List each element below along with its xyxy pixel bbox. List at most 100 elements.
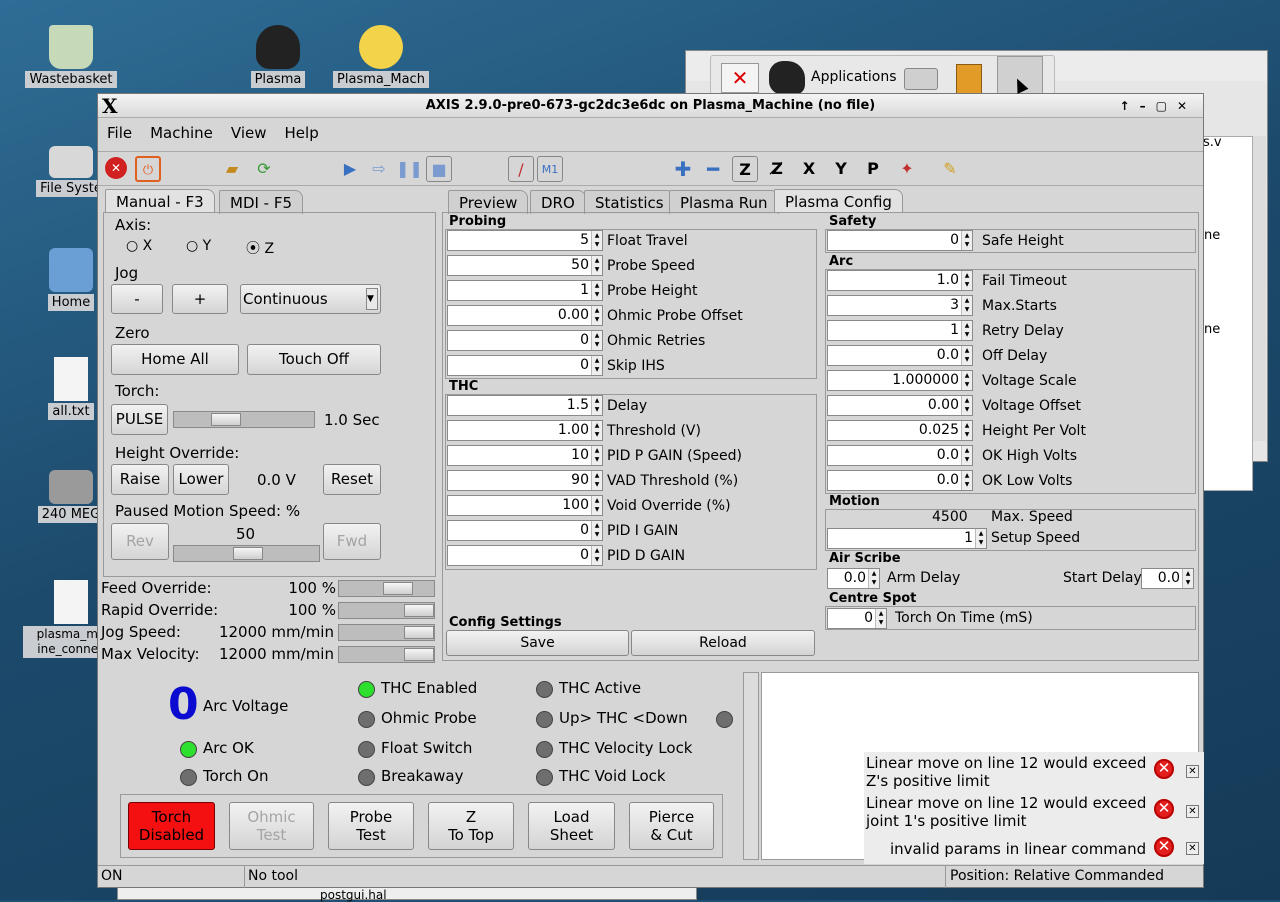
desktop-icon-wastebasket[interactable]: Wastebasket — [23, 25, 119, 88]
spin-arrows-icon[interactable]: ▲ ▼ — [591, 331, 602, 350]
spinbox[interactable]: 0.025 ▲ ▼ — [827, 420, 973, 441]
dismiss-error-button[interactable]: ✕ — [1186, 805, 1199, 818]
spin-arrows-icon[interactable]: ▲ ▼ — [975, 529, 986, 548]
spin-arrows-icon[interactable]: ▲ ▼ — [591, 396, 602, 415]
title-bar[interactable]: X AXIS 2.9.0-pre0-673-gc2dc3e6dc on Plas… — [98, 94, 1203, 118]
raise-button[interactable]: Raise — [111, 464, 169, 495]
applications-label[interactable]: Applications — [811, 69, 897, 85]
spin-arrows-icon[interactable]: ▲ ▼ — [961, 346, 972, 365]
spin-arrows-icon[interactable]: ▲ ▼ — [961, 271, 972, 290]
slider-thumb[interactable] — [233, 547, 263, 560]
spin-arrows-icon[interactable]: ▲ ▼ — [961, 396, 972, 415]
spinbox[interactable]: 0.0 ▲ ▼ — [827, 445, 973, 466]
bg-window-scrollbar[interactable] — [1252, 136, 1266, 441]
desktop-icon-plasma[interactable]: Plasma — [230, 25, 326, 88]
dismiss-error-button[interactable]: ✕ — [1186, 765, 1199, 778]
jog-mode-select[interactable]: Continuous ▼ — [240, 284, 381, 314]
spin-arrows-icon[interactable]: ▲ ▼ — [961, 231, 972, 250]
reload-icon[interactable]: ⟳ — [251, 156, 277, 182]
tab-statistics[interactable]: Statistics — [584, 190, 675, 214]
spinbox[interactable]: 0 ▲ ▼ — [447, 355, 603, 376]
safe-height-spinbox[interactable]: 0 ▲ ▼ — [827, 230, 973, 251]
pierce-cut-button[interactable]: Pierce & Cut — [629, 802, 714, 850]
spin-arrows-icon[interactable]: ▲ ▼ — [961, 446, 972, 465]
spinbox[interactable]: 0.00 ▲ ▼ — [827, 395, 973, 416]
spin-arrows-icon[interactable]: ▲ ▼ — [591, 356, 602, 375]
setup-speed-spinbox[interactable]: 1 ▲ ▼ — [827, 528, 987, 549]
axis-radio-y[interactable]: ○ Y — [186, 238, 211, 254]
spinbox[interactable]: 1 ▲ ▼ — [827, 320, 973, 341]
view-p-icon[interactable]: P — [860, 156, 886, 182]
block-delete-icon[interactable]: / — [508, 156, 534, 182]
spin-arrows-icon[interactable]: ▲ ▼ — [591, 421, 602, 440]
axis-radio-z[interactable]: ⦿ Z — [246, 238, 274, 258]
tab-manual[interactable]: Manual - F3 — [105, 189, 215, 213]
spinbox[interactable]: 1.0 ▲ ▼ — [827, 270, 973, 291]
spin-arrows-icon[interactable]: ▲ ▼ — [1182, 569, 1193, 588]
view-y-icon[interactable]: Y — [828, 156, 854, 182]
start-delay-spinbox[interactable]: 0.0 ▲ ▼ — [1141, 568, 1194, 589]
spin-arrows-icon[interactable]: ▲ ▼ — [961, 321, 972, 340]
spin-arrows-icon[interactable]: ▲ ▼ — [591, 306, 602, 325]
spinbox[interactable]: 0.0 ▲ ▼ — [827, 470, 973, 491]
close-launcher-button[interactable]: ✕ — [721, 63, 759, 93]
clear-plot-icon[interactable]: ✎ — [937, 156, 963, 182]
override-slider[interactable] — [338, 624, 435, 641]
spinbox[interactable]: 3 ▲ ▼ — [827, 295, 973, 316]
axis-radio-x[interactable]: ○ X — [126, 238, 152, 254]
spin-arrows-icon[interactable]: ▲ ▼ — [591, 446, 602, 465]
torch-disabled-button[interactable]: Torch Disabled — [128, 802, 215, 850]
cabinet-icon[interactable] — [956, 64, 982, 94]
spinbox[interactable]: 50 ▲ ▼ — [447, 255, 603, 276]
step-icon[interactable]: ⇨ — [366, 156, 392, 182]
spinbox[interactable]: 0.00 ▲ ▼ — [447, 305, 603, 326]
open-file-icon[interactable]: ▰ — [219, 156, 245, 182]
spin-arrows-icon[interactable]: ▲ ▼ — [961, 371, 972, 390]
menu-help[interactable]: Help — [276, 121, 328, 142]
reload-button[interactable]: Reload — [631, 630, 815, 656]
ohmic-test-button[interactable]: Ohmic Test — [229, 802, 314, 850]
desktop-icon-plasma-mach[interactable]: Plasma_Mach — [333, 25, 429, 88]
spin-arrows-icon[interactable]: ▲ ▼ — [961, 296, 972, 315]
view-x-icon[interactable]: X — [796, 156, 822, 182]
menu-view[interactable]: View — [222, 121, 276, 142]
spinbox[interactable]: 90 ▲ ▼ — [447, 470, 603, 491]
optional-stop-icon[interactable]: M1 — [537, 156, 563, 182]
spinbox[interactable]: 0 ▲ ▼ — [447, 520, 603, 541]
spin-arrows-icon[interactable]: ▲ ▼ — [591, 521, 602, 540]
estop-icon[interactable]: ✕ — [105, 157, 127, 179]
spin-arrows-icon[interactable]: ▲ ▼ — [961, 471, 972, 490]
arm-delay-spinbox[interactable]: 0.0 ▲ ▼ — [827, 568, 880, 589]
spin-arrows-icon[interactable]: ▲ ▼ — [591, 496, 602, 515]
slider-thumb[interactable] — [404, 604, 434, 617]
save-button[interactable]: Save — [446, 630, 629, 656]
probe-test-button[interactable]: Probe Test — [328, 802, 414, 850]
override-slider[interactable] — [338, 646, 435, 663]
pulse-button[interactable]: PULSE — [111, 404, 168, 435]
tab-plasma-config[interactable]: Plasma Config — [774, 189, 903, 213]
spinbox[interactable]: 10 ▲ ▼ — [447, 445, 603, 466]
view-z2-icon[interactable]: Z̸ — [764, 156, 790, 182]
pause-icon[interactable]: ❚❚ — [396, 156, 423, 182]
spinbox[interactable]: 0 ▲ ▼ — [447, 330, 603, 351]
home-all-button[interactable]: Home All — [111, 344, 239, 375]
lower-button[interactable]: Lower — [173, 464, 229, 495]
spinbox[interactable]: 1.000000 ▲ ▼ — [827, 370, 973, 391]
slider-thumb[interactable] — [211, 413, 241, 426]
spin-arrows-icon[interactable]: ▲ ▼ — [591, 231, 602, 250]
spin-arrows-icon[interactable]: ▲ ▼ — [591, 471, 602, 490]
slider-thumb[interactable] — [404, 648, 434, 661]
paused-speed-slider[interactable] — [173, 545, 320, 562]
run-icon[interactable]: ▶ — [337, 156, 363, 182]
slider-thumb[interactable] — [383, 582, 413, 595]
window-controls[interactable]: ↑–▢✕ — [1120, 94, 1197, 118]
view-z-icon[interactable]: Z — [732, 156, 758, 182]
spin-arrows-icon[interactable]: ▲ ▼ — [868, 569, 879, 588]
override-slider[interactable] — [338, 602, 435, 619]
pulse-slider[interactable] — [173, 411, 315, 428]
rotate-view-icon[interactable]: ✦ — [894, 156, 920, 182]
spinbox[interactable]: 0.0 ▲ ▼ — [827, 345, 973, 366]
spinbox[interactable]: 1 ▲ ▼ — [447, 280, 603, 301]
spinbox[interactable]: 100 ▲ ▼ — [447, 495, 603, 516]
spin-arrows-icon[interactable]: ▲ ▼ — [591, 281, 602, 300]
